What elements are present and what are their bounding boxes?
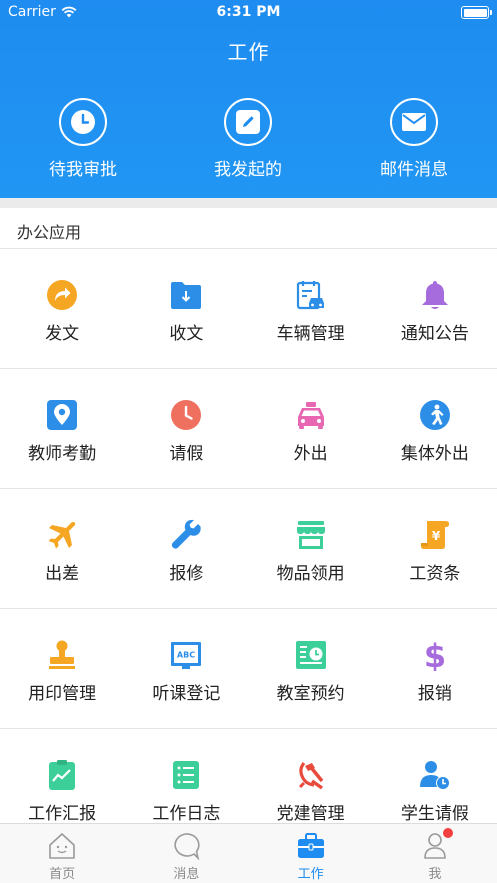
quick-label: 我发起的 [214, 160, 282, 180]
app-label: 工作汇报 [28, 804, 97, 824]
person-clock-icon [419, 761, 450, 790]
battery-icon [461, 6, 492, 19]
app-vehicle-management[interactable]: 车辆管理 [249, 249, 373, 369]
app-payslip[interactable]: ¥ 工资条 [373, 489, 497, 609]
section-header: 办公应用 [0, 208, 497, 249]
app-work-log[interactable]: 工作日志 [124, 729, 248, 824]
app-label: 教师考勤 [28, 444, 97, 464]
app-row: 工作汇报 工作日志 党建管理 学生请假 [0, 729, 497, 824]
divider [0, 198, 497, 208]
app-label: 用印管理 [28, 684, 97, 704]
app-item-requisition[interactable]: 物品领用 [249, 489, 373, 609]
app-label: 报修 [169, 564, 204, 584]
tab-label: 我 [428, 867, 442, 882]
app-leave-request[interactable]: 请假 [124, 369, 248, 489]
bell-icon [421, 281, 448, 309]
app-label: 报销 [417, 684, 452, 704]
app-label: 教室预约 [276, 684, 345, 704]
tab-label: 消息 [173, 867, 200, 882]
app-label: 工资条 [409, 564, 461, 584]
app-label: 外出 [293, 444, 328, 464]
car-clipboard-icon [296, 281, 324, 310]
tab-work[interactable]: 工作 [249, 824, 373, 883]
status-bar: Carrier 6:31 PM [0, 0, 497, 26]
airplane-icon [48, 522, 76, 549]
app-label: 收文 [169, 324, 204, 344]
tab-messages[interactable]: 消息 [124, 824, 248, 883]
page-title: 工作 [227, 40, 270, 64]
app-label: 听课登记 [152, 684, 221, 704]
app-seal-management[interactable]: 用印管理 [0, 609, 124, 729]
app-send-document[interactable]: 发文 [0, 249, 124, 369]
app-notices[interactable]: 通知公告 [373, 249, 497, 369]
location-pin-icon [47, 400, 78, 430]
clock-icon [71, 110, 95, 134]
app-classroom-booking[interactable]: 教室预约 [249, 609, 373, 729]
quick-pending-approval[interactable]: 待我审批 [23, 98, 143, 180]
list-icon [173, 761, 200, 789]
blackboard-abc-icon: ABC [171, 642, 202, 669]
svg-text:ABC: ABC [177, 651, 195, 660]
app-lecture-registration[interactable]: ABC 听课登记 [124, 609, 248, 729]
app-party-building[interactable]: 党建管理 [249, 729, 373, 824]
app-reimbursement[interactable]: $ 报销 [373, 609, 497, 729]
app-repair[interactable]: 报修 [124, 489, 248, 609]
quick-label: 待我审批 [49, 160, 117, 180]
tab-bar: 首页 消息 工作 我 [0, 823, 497, 883]
clock-icon [171, 400, 202, 430]
svg-text:$: $ [424, 639, 446, 671]
section-title: 办公应用 [17, 223, 82, 242]
header: Carrier 6:31 PM 工作 待我审批 我发起的 邮件消息 [0, 0, 497, 198]
hammer-sickle-icon [298, 761, 323, 790]
notification-badge [442, 828, 453, 838]
clock-time: 6:31 PM [216, 4, 281, 20]
app-group-outing[interactable]: 集体外出 [373, 369, 497, 489]
app-label: 学生请假 [400, 804, 469, 824]
walking-person-icon [419, 400, 450, 430]
chat-bubble-icon [174, 833, 201, 860]
app-label: 请假 [169, 444, 204, 464]
quick-label: 邮件消息 [380, 160, 448, 180]
tab-label: 首页 [49, 867, 76, 882]
app-label: 通知公告 [400, 324, 469, 344]
app-go-out[interactable]: 外出 [249, 369, 373, 489]
app-row: 教师考勤 请假 外出 集体外出 [0, 369, 497, 489]
edit-icon [236, 110, 260, 134]
calendar-clock-icon [295, 641, 326, 669]
share-arrow-icon [47, 280, 78, 310]
app-label: 车辆管理 [276, 324, 345, 344]
app-label: 集体外出 [400, 444, 469, 464]
app-label: 发文 [45, 324, 80, 344]
wrench-icon [172, 519, 202, 549]
app-student-leave[interactable]: 学生请假 [373, 729, 497, 824]
tab-me[interactable]: 我 [373, 824, 497, 883]
app-row: 发文 收文 车辆管理 通知公告 [0, 249, 497, 369]
home-icon [49, 833, 75, 859]
tab-home[interactable]: 首页 [0, 824, 124, 883]
quick-initiated-by-me[interactable]: 我发起的 [188, 98, 308, 180]
app-grid: 发文 收文 车辆管理 通知公告 教师考勤 请假 外出 集体外出 出差 报修 物品… [0, 249, 497, 824]
app-label: 工作日志 [152, 804, 221, 824]
app-label: 党建管理 [276, 804, 345, 824]
store-icon [296, 521, 325, 549]
folder-download-icon [171, 282, 202, 309]
briefcase-icon [297, 833, 324, 858]
report-chart-icon [49, 760, 76, 790]
app-row: 出差 报修 物品领用 ¥ 工资条 [0, 489, 497, 609]
taxi-icon [297, 402, 324, 429]
tab-label: 工作 [297, 867, 324, 882]
svg-text:¥: ¥ [432, 529, 441, 543]
mail-icon [402, 113, 426, 131]
quick-mail-messages[interactable]: 邮件消息 [354, 98, 474, 180]
app-label: 物品领用 [276, 564, 345, 584]
stamp-icon [49, 640, 76, 669]
app-business-trip[interactable]: 出差 [0, 489, 124, 609]
app-row: 用印管理 ABC 听课登记 教室预约 $ 报销 [0, 609, 497, 729]
app-receive-document[interactable]: 收文 [124, 249, 248, 369]
app-label: 出差 [45, 564, 80, 584]
dollar-icon: $ [424, 639, 446, 671]
app-work-report[interactable]: 工作汇报 [0, 729, 124, 824]
yen-scroll-icon: ¥ [420, 521, 449, 549]
app-teacher-attendance[interactable]: 教师考勤 [0, 369, 124, 489]
